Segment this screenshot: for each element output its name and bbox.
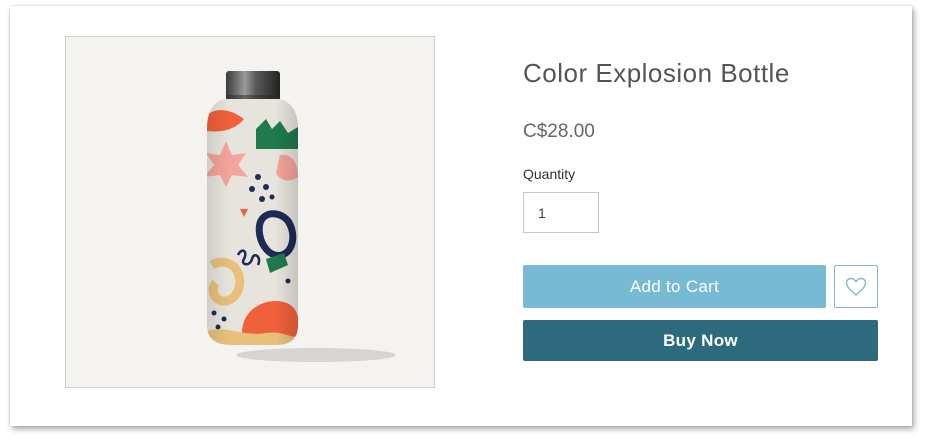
bottle-image <box>207 71 396 362</box>
product-title: Color Explosion Bottle <box>523 58 790 88</box>
wishlist-button[interactable] <box>834 265 878 308</box>
quantity-input[interactable] <box>523 192 599 233</box>
add-to-cart-button[interactable]: Add to Cart <box>523 265 826 308</box>
product-image[interactable] <box>65 36 435 388</box>
product-page: Color Explosion Bottle C$28.00 Quantity … <box>10 6 912 426</box>
quantity-label: Quantity <box>523 166 576 182</box>
product-price: C$28.00 <box>523 121 595 142</box>
heart-icon <box>845 277 867 296</box>
buy-now-button[interactable]: Buy Now <box>523 320 878 361</box>
